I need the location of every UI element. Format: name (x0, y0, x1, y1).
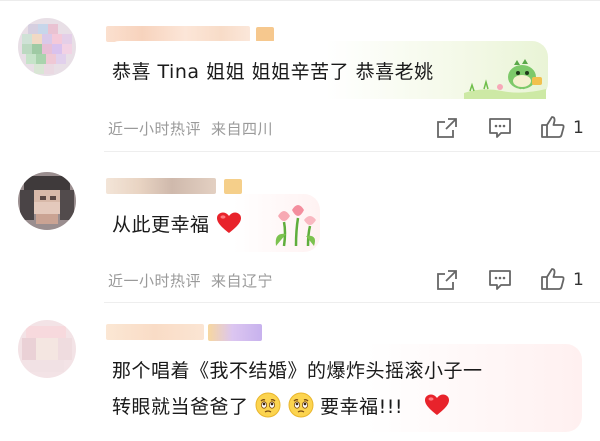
comment-text: 从此更幸福 (112, 210, 242, 237)
username-blurred[interactable] (106, 26, 250, 42)
divider (104, 302, 600, 303)
comment-item: 从此更幸福 近一小时热评 来自辽宁 1 (0, 152, 600, 304)
comment-location: 来自四川 (211, 120, 274, 138)
avatar[interactable] (18, 320, 76, 378)
avatar[interactable] (18, 172, 76, 230)
user-badge (208, 324, 262, 341)
comment-meta: 近一小时热评 来自辽宁 (108, 270, 273, 291)
comment-bubble: 从此更幸福 (104, 194, 320, 252)
comment-location: 来自辽宁 (211, 272, 274, 290)
comment-text-content: 从此更幸福 (112, 214, 210, 236)
comment-text: 恭喜 Tina 姐姐 姐姐辛苦了 恭喜老姚 (112, 61, 434, 83)
like-count: 1 (573, 118, 584, 138)
worried-face-icon (288, 392, 314, 418)
avatar[interactable] (18, 18, 76, 76)
like-count: 1 (573, 270, 584, 290)
tulip-sticker (275, 205, 316, 247)
comment-text-line2-start: 转眼就当爸爸了 (112, 396, 249, 418)
comment-icon[interactable] (488, 117, 512, 139)
comment-text-line2: 转眼就当爸爸了 要幸福!!! (112, 392, 450, 419)
comment-time: 近一小时热评 (108, 120, 202, 138)
comment-meta: 近一小时热评 来自四川 (108, 118, 273, 139)
comment-bubble: 恭喜 Tina 姐姐 姐姐辛苦了 恭喜老姚 (104, 41, 548, 99)
red-heart-icon (424, 394, 449, 415)
dinosaur-sticker (464, 59, 546, 99)
comment-item: 恭喜 Tina 姐姐 姐姐辛苦了 恭喜老姚 近一小时热评 来自四川 1 (0, 0, 600, 152)
comment-icon[interactable] (488, 269, 512, 291)
comment-item: 那个唱着《我不结婚》的爆炸头摇滚小子一 转眼就当爸爸了 要幸福!!! (0, 304, 600, 441)
comment-time: 近一小时热评 (108, 272, 202, 290)
username-blurred[interactable] (106, 324, 204, 340)
username-blurred[interactable] (106, 178, 216, 194)
user-badge (256, 27, 274, 42)
share-icon[interactable] (436, 117, 458, 139)
comment-bubble: 那个唱着《我不结婚》的爆炸头摇滚小子一 转眼就当爸爸了 要幸福!!! (104, 344, 582, 432)
red-heart-icon (217, 212, 242, 233)
user-badge (224, 179, 242, 194)
share-icon[interactable] (436, 269, 458, 291)
comment-text-line1: 那个唱着《我不结婚》的爆炸头摇滚小子一 (112, 360, 483, 382)
like-icon[interactable] (540, 267, 566, 291)
worried-face-icon (255, 392, 281, 418)
like-icon[interactable] (540, 115, 566, 139)
comment-text-line2-end: 要幸福!!! (320, 396, 404, 418)
